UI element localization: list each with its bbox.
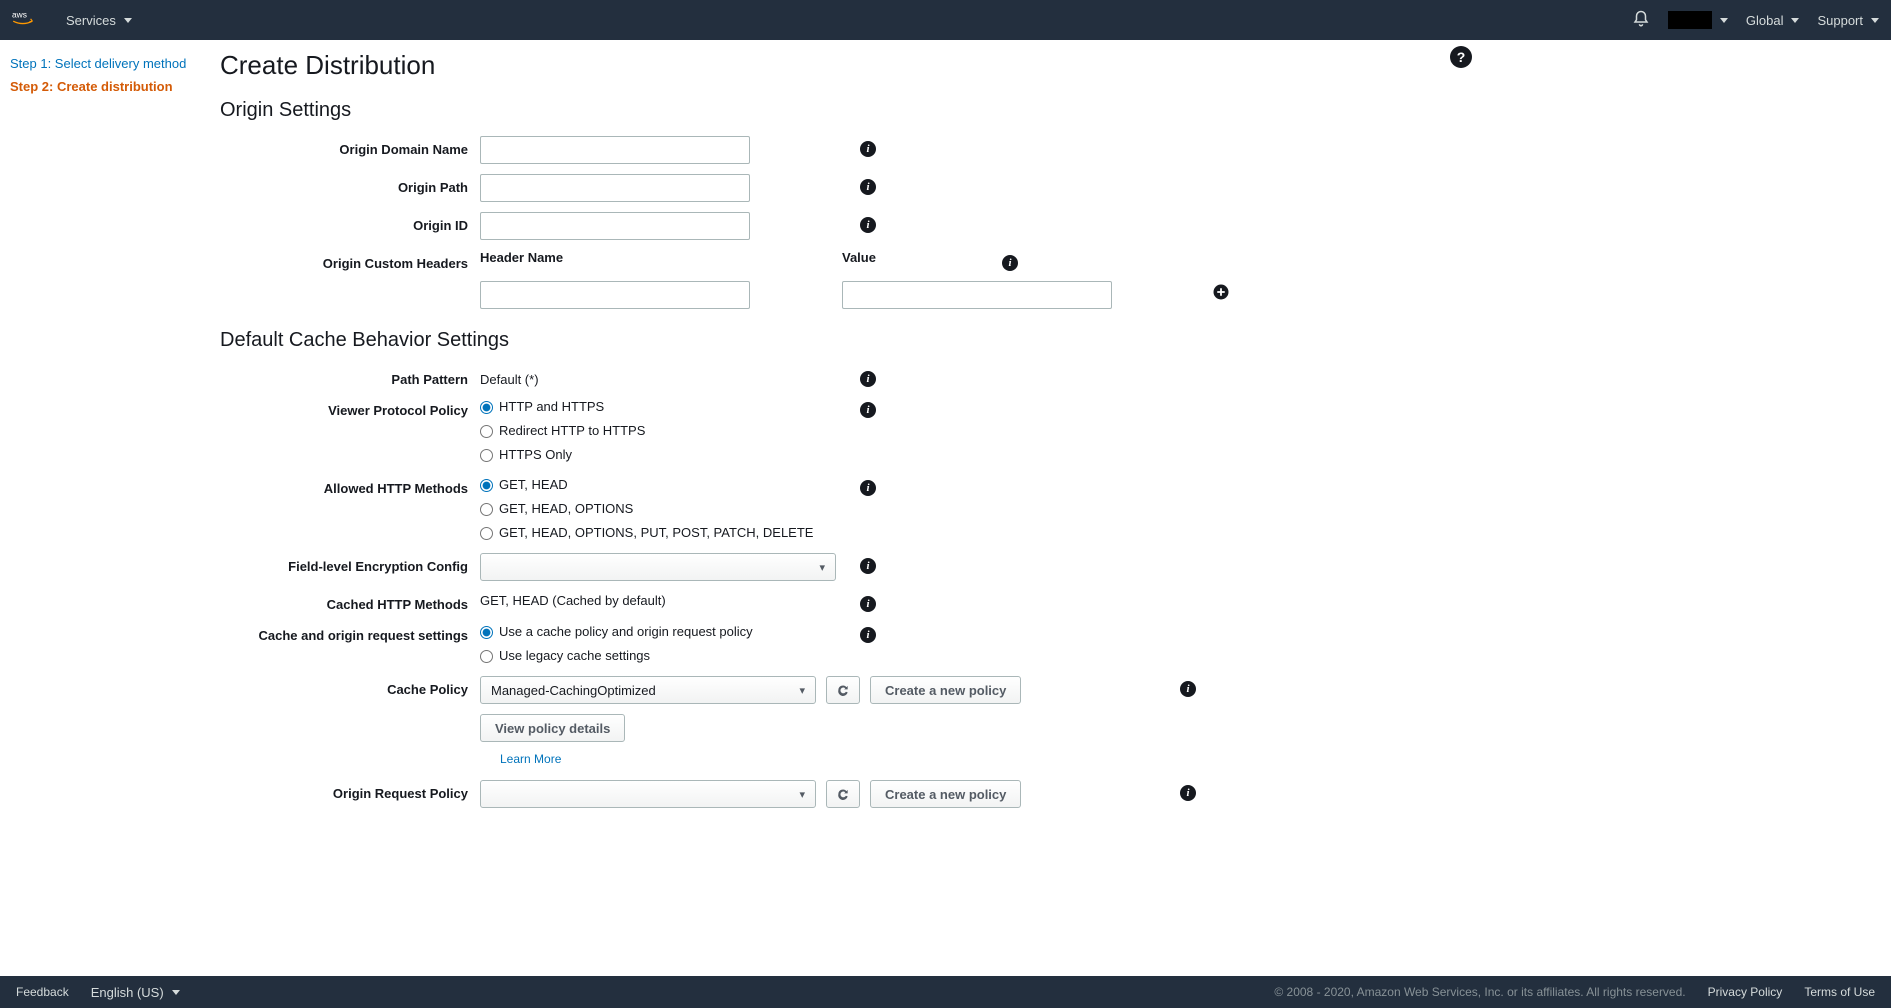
support-label: Support <box>1817 13 1863 28</box>
info-icon[interactable]: i <box>860 217 876 233</box>
topbar: aws Services Global Support <box>0 0 1891 40</box>
caret-down-icon <box>1791 18 1799 23</box>
wizard-step-2[interactable]: Step 2: Create distribution <box>10 79 210 94</box>
language-menu[interactable]: English (US) <box>91 985 180 1000</box>
account-name-redacted <box>1668 11 1712 29</box>
cache-settings-legacy[interactable] <box>480 650 493 663</box>
cache-policy-label: Cache Policy <box>220 676 480 697</box>
origin-domain-label: Origin Domain Name <box>220 136 480 157</box>
fle-label: Field-level Encryption Config <box>220 553 480 574</box>
origin-request-policy-label: Origin Request Policy <box>220 780 480 801</box>
allowed-methods-get-head-options[interactable] <box>480 503 493 516</box>
origin-path-input[interactable] <box>480 174 750 202</box>
info-icon[interactable]: i <box>860 558 876 574</box>
terms-of-use-link[interactable]: Terms of Use <box>1804 985 1875 999</box>
add-header-button[interactable] <box>1212 289 1230 304</box>
region-menu[interactable]: Global <box>1746 13 1800 28</box>
privacy-policy-link[interactable]: Privacy Policy <box>1708 985 1783 999</box>
info-icon[interactable]: i <box>1180 681 1196 697</box>
caret-down-icon <box>172 990 180 995</box>
header-name-input[interactable] <box>480 281 750 309</box>
header-value-input[interactable] <box>842 281 1112 309</box>
account-menu[interactable] <box>1668 11 1728 29</box>
region-label: Global <box>1746 13 1784 28</box>
feedback-link[interactable]: Feedback <box>16 985 69 999</box>
cache-settings-label: Cache and origin request settings <box>220 622 480 643</box>
wizard-step-1[interactable]: Step 1: Select delivery method <box>10 56 210 71</box>
cached-methods-label: Cached HTTP Methods <box>220 591 480 612</box>
origin-id-label: Origin ID <box>220 212 480 233</box>
support-menu[interactable]: Support <box>1817 13 1879 28</box>
refresh-origin-request-policy-button[interactable] <box>826 780 860 808</box>
notifications-icon[interactable] <box>1632 10 1650 31</box>
cached-methods-value: GET, HEAD (Cached by default) <box>480 591 850 608</box>
cache-policy-select[interactable]: Managed-CachingOptimized▾ <box>480 676 816 704</box>
chevron-down-icon: ▾ <box>799 684 805 697</box>
cache-settings-policy[interactable] <box>480 626 493 639</box>
view-policy-details-button[interactable]: View policy details <box>480 714 625 742</box>
refresh-icon <box>836 683 850 697</box>
info-icon[interactable]: i <box>1002 255 1018 271</box>
viewer-protocol-http-https[interactable] <box>480 401 493 414</box>
viewer-protocol-redirect[interactable] <box>480 425 493 438</box>
viewer-protocol-label: Viewer Protocol Policy <box>220 397 480 418</box>
footer: Feedback English (US) © 2008 - 2020, Ama… <box>0 976 1891 1008</box>
origin-request-policy-select[interactable]: ▾ <box>480 780 816 808</box>
services-label: Services <box>66 13 116 28</box>
origin-domain-input[interactable] <box>480 136 750 164</box>
origin-id-input[interactable] <box>480 212 750 240</box>
learn-more-link[interactable]: Learn More <box>500 752 561 766</box>
create-cache-policy-button[interactable]: Create a new policy <box>870 676 1021 704</box>
chevron-down-icon: ▾ <box>819 561 825 574</box>
aws-logo[interactable]: aws <box>12 9 48 31</box>
refresh-icon <box>836 787 850 801</box>
path-pattern-value: Default (*) <box>480 366 850 387</box>
allowed-methods-all[interactable] <box>480 527 493 540</box>
info-icon[interactable]: i <box>860 480 876 496</box>
fle-select[interactable]: ▾ <box>480 553 836 581</box>
origin-path-label: Origin Path <box>220 174 480 195</box>
caret-down-icon <box>124 18 132 23</box>
info-icon[interactable]: i <box>860 141 876 157</box>
allowed-methods-label: Allowed HTTP Methods <box>220 475 480 496</box>
info-icon[interactable]: i <box>860 371 876 387</box>
refresh-cache-policy-button[interactable] <box>826 676 860 704</box>
caret-down-icon <box>1871 18 1879 23</box>
copyright-text: © 2008 - 2020, Amazon Web Services, Inc.… <box>1274 985 1685 999</box>
header-value-col: Value <box>842 250 992 265</box>
chevron-down-icon: ▾ <box>799 788 805 801</box>
custom-headers-label: Origin Custom Headers <box>220 250 480 271</box>
behavior-heading: Default Cache Behavior Settings <box>220 329 1470 352</box>
services-menu[interactable]: Services <box>66 13 132 28</box>
page-help-button[interactable]: ? <box>1450 46 1472 68</box>
svg-text:aws: aws <box>12 10 27 20</box>
main-content: ? Create Distribution Origin Settings Or… <box>220 40 1480 976</box>
header-name-col: Header Name <box>480 250 842 265</box>
info-icon[interactable]: i <box>1180 785 1196 801</box>
allowed-methods-get-head[interactable] <box>480 479 493 492</box>
info-icon[interactable]: i <box>860 596 876 612</box>
caret-down-icon <box>1720 18 1728 23</box>
page-title: Create Distribution <box>220 50 1470 81</box>
wizard-sidebar: Step 1: Select delivery method Step 2: C… <box>0 40 220 976</box>
path-pattern-label: Path Pattern <box>220 366 480 387</box>
viewer-protocol-https-only[interactable] <box>480 449 493 462</box>
info-icon[interactable]: i <box>860 402 876 418</box>
origin-settings-heading: Origin Settings <box>220 99 1470 122</box>
info-icon[interactable]: i <box>860 627 876 643</box>
create-origin-request-policy-button[interactable]: Create a new policy <box>870 780 1021 808</box>
info-icon[interactable]: i <box>860 179 876 195</box>
